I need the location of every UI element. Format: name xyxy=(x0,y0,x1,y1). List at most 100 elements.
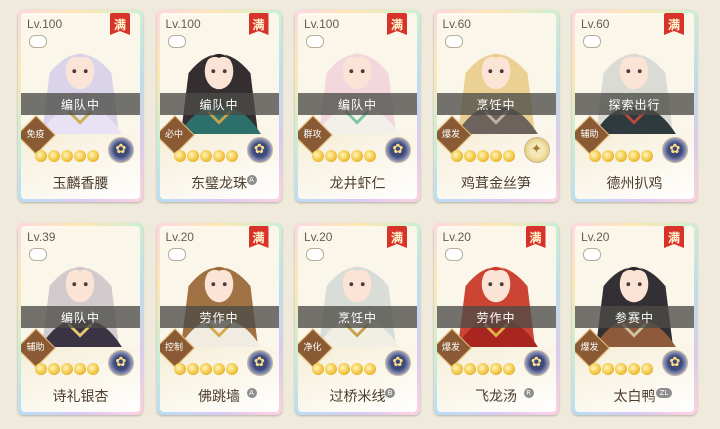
character-card[interactable]: Lv.60 烹饪中 爆发 ✦ 鸡茸金丝笋 xyxy=(433,10,559,202)
level-label: Lv.100 xyxy=(27,17,63,31)
character-name: 德州扒鸡 xyxy=(606,176,663,192)
chat-bubble-icon[interactable] xyxy=(167,35,186,48)
left-eye xyxy=(72,282,77,287)
card-inner: Lv.20 满 劳作中 爆发 ✿ R 飞龙汤 xyxy=(436,226,556,412)
star-rating xyxy=(312,363,376,375)
star-icon xyxy=(61,363,73,375)
level-label: Lv.39 xyxy=(27,230,56,244)
star-icon xyxy=(489,150,502,162)
star-icon xyxy=(35,363,47,375)
character-name: 太白鸭 xyxy=(613,389,656,405)
level-label: Lv.20 xyxy=(442,230,471,244)
level-label: Lv.100 xyxy=(304,17,340,31)
element-flower-icon[interactable]: ✿ xyxy=(385,137,411,163)
element-flower-icon[interactable]: ✿ xyxy=(108,137,134,163)
star-icon xyxy=(628,150,640,162)
character-card[interactable]: Lv.20 满 劳作中 控制 ✿ A 佛跳墙 xyxy=(156,223,282,415)
right-eye xyxy=(83,69,88,74)
star-icon xyxy=(351,150,363,162)
star-rating xyxy=(312,150,376,162)
star-icon xyxy=(489,363,502,375)
star-icon xyxy=(74,363,86,375)
star-icon xyxy=(48,150,60,162)
element-flower-icon[interactable]: ✿ xyxy=(246,350,273,376)
chat-bubble-icon[interactable] xyxy=(444,35,463,48)
character-card[interactable]: Lv.20 满 参赛中 爆发 ✿ ZL 太白鸭 xyxy=(572,223,697,415)
left-eye xyxy=(349,282,354,287)
left-eye xyxy=(210,69,215,74)
chat-bubble-icon[interactable] xyxy=(306,248,324,261)
star-icon xyxy=(199,150,212,162)
character-card[interactable]: Lv.100 满 编队中 免疫 ✿ 玉麟香腰 xyxy=(18,10,143,202)
card-inner: Lv.39 编队中 辅助 ✿ 诗礼银杏 xyxy=(21,226,140,412)
card-inner: Lv.100 满 编队中 免疫 ✿ 玉麟香腰 xyxy=(21,13,140,199)
level-label: Lv.20 xyxy=(581,230,610,244)
character-card[interactable]: Lv.20 满 劳作中 爆发 ✿ R 飞龙汤 xyxy=(433,223,559,415)
element-flower-icon[interactable]: ✿ xyxy=(108,350,134,376)
left-eye xyxy=(487,282,492,287)
star-icon xyxy=(212,363,225,375)
element-flower-icon[interactable]: ✿ xyxy=(246,137,273,163)
character-card[interactable]: Lv.39 编队中 辅助 ✿ 诗礼银杏 xyxy=(18,223,143,415)
star-rating xyxy=(450,150,515,162)
star-icon xyxy=(364,363,376,375)
star-icon xyxy=(628,363,640,375)
star-icon xyxy=(602,363,614,375)
star-icon xyxy=(35,150,47,162)
chat-bubble-icon[interactable] xyxy=(583,248,601,261)
element-flower-icon[interactable]: ✿ xyxy=(662,137,688,163)
star-icon xyxy=(186,150,199,162)
role-label: 控制 xyxy=(164,343,183,353)
star-icon xyxy=(325,150,337,162)
right-eye xyxy=(222,69,227,74)
character-card[interactable]: Lv.100 满 编队中 群攻 ✿ 龙井虾仁 xyxy=(295,10,420,202)
card-inner: Lv.20 满 劳作中 控制 ✿ A 佛跳墙 xyxy=(159,226,279,412)
character-card[interactable]: Lv.100 满 编队中 必中 ✿ A 东璧龙珠 xyxy=(156,10,282,202)
star-icon xyxy=(338,363,350,375)
star-icon xyxy=(212,150,225,162)
character-name: 飞龙汤 xyxy=(475,389,517,405)
element-flower-icon[interactable]: ✿ xyxy=(385,350,411,376)
chat-bubble-icon[interactable] xyxy=(583,35,601,48)
role-label: 爆发 xyxy=(580,343,599,353)
level-label: Lv.60 xyxy=(581,17,610,31)
status-bar: 编队中 xyxy=(21,93,140,115)
status-bar: 探索出行 xyxy=(575,93,694,115)
star-icon xyxy=(312,363,324,375)
character-card[interactable]: Lv.60 满 探索出行 辅助 ✿ 德州扒鸡 xyxy=(572,10,697,202)
level-label: Lv.100 xyxy=(165,17,201,31)
star-icon xyxy=(186,363,199,375)
element-flower-icon[interactable]: ✿ xyxy=(523,350,550,376)
star-rating xyxy=(35,363,99,375)
status-bar: 参赛中 xyxy=(575,306,694,328)
chat-bubble-icon[interactable] xyxy=(167,248,186,261)
star-icon xyxy=(589,150,601,162)
level-label: Lv.20 xyxy=(165,230,194,244)
star-rating xyxy=(589,150,653,162)
status-bar: 劳作中 xyxy=(436,306,556,328)
star-icon xyxy=(502,150,515,162)
star-icon xyxy=(87,150,99,162)
character-name: 龙井虾仁 xyxy=(329,176,386,192)
chat-bubble-icon[interactable] xyxy=(29,248,47,261)
chat-bubble-icon[interactable] xyxy=(306,35,324,48)
star-icon xyxy=(602,150,614,162)
chat-bubble-icon[interactable] xyxy=(29,35,47,48)
chat-bubble-icon[interactable] xyxy=(444,248,463,261)
star-rating xyxy=(589,363,653,375)
character-card[interactable]: Lv.20 满 烹饪中 净化 ✿ B 过桥米线 xyxy=(295,223,420,415)
star-icon xyxy=(74,150,86,162)
right-eye xyxy=(637,282,642,287)
element-flower-icon[interactable]: ✿ xyxy=(662,350,688,376)
level-label: Lv.20 xyxy=(304,230,333,244)
status-bar: 烹饪中 xyxy=(436,93,556,115)
left-eye xyxy=(72,69,77,74)
star-icon xyxy=(225,150,238,162)
status-bar: 编队中 xyxy=(159,93,279,115)
star-icon xyxy=(364,150,376,162)
character-grid: Lv.100 满 编队中 免疫 ✿ 玉麟香腰 Lv.100 满 编队中 必中 ✿… xyxy=(18,10,697,415)
element-leaf-icon[interactable]: ✦ xyxy=(523,137,550,163)
star-icon xyxy=(615,150,627,162)
star-icon xyxy=(641,363,653,375)
star-icon xyxy=(641,150,653,162)
